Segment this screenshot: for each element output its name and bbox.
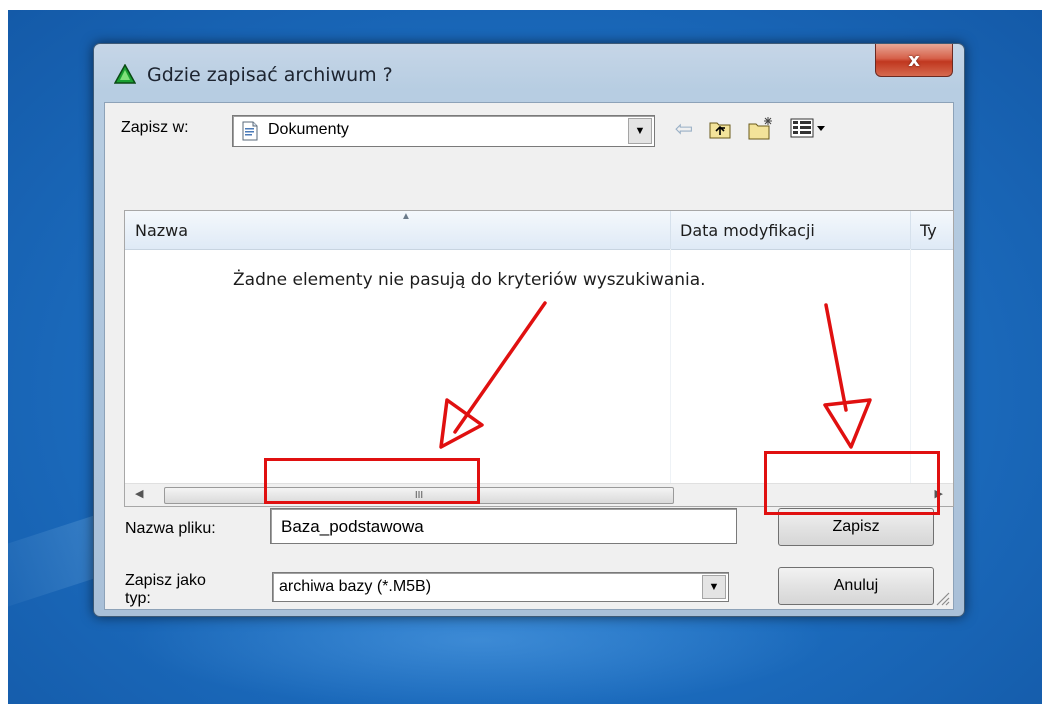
filetype-dropdown[interactable]: archiwa bazy (*.M5B) ▼ xyxy=(272,572,729,602)
save-in-dropdown[interactable]: Dokumenty ▼ xyxy=(232,115,655,147)
save-in-value: Dokumenty xyxy=(268,121,349,138)
filename-input[interactable]: Baza_podstawowa xyxy=(270,508,737,544)
filename-value: Baza_podstawowa xyxy=(281,517,424,536)
cancel-button[interactable]: Anuluj xyxy=(778,567,934,605)
dialog-title: Gdzie zapisać archiwum ? xyxy=(147,64,393,86)
chevron-down-icon[interactable]: ▼ xyxy=(628,118,652,144)
view-menu-icon[interactable] xyxy=(790,117,830,139)
title-bar[interactable]: Gdzie zapisać archiwum ? x xyxy=(94,44,964,104)
up-folder-icon[interactable] xyxy=(708,117,732,141)
save-dialog: Gdzie zapisać archiwum ? x Zapisz w: Dok… xyxy=(93,43,965,617)
new-folder-icon[interactable] xyxy=(748,115,776,141)
scroll-left-icon[interactable]: ◀ xyxy=(135,487,143,500)
empty-list-message: Żadne elementy nie pasują do kryteriów w… xyxy=(233,270,706,290)
column-type[interactable]: Ty xyxy=(920,221,950,240)
filename-label: Nazwa pliku: xyxy=(125,520,216,537)
save-in-label: Zapisz w: xyxy=(121,119,189,136)
documents-folder-icon xyxy=(241,121,259,146)
app-logo-icon xyxy=(113,63,137,84)
annotation-filename-highlight xyxy=(264,458,480,504)
column-date-modified[interactable]: Data modyfikacji xyxy=(680,221,815,240)
column-divider xyxy=(670,211,671,249)
back-arrow-icon[interactable]: ⇦ xyxy=(672,116,696,141)
filetype-label: Zapisz jako typ: xyxy=(125,572,206,607)
column-gridline xyxy=(910,249,911,484)
close-button[interactable]: x xyxy=(875,44,953,77)
chevron-down-icon[interactable]: ▼ xyxy=(702,575,726,599)
sort-ascending-icon: ▲ xyxy=(401,211,411,222)
resize-grip-icon[interactable] xyxy=(934,590,950,606)
filetype-value: archiwa bazy (*.M5B) xyxy=(279,578,432,595)
column-divider xyxy=(910,211,911,249)
dialog-body: Zapisz w: Dokumenty ▼ ⇦ ▲ Nazwa Data mod… xyxy=(104,102,954,610)
column-name[interactable]: Nazwa xyxy=(135,221,188,240)
list-header: ▲ Nazwa Data modyfikacji Ty xyxy=(125,211,953,250)
annotation-save-highlight xyxy=(764,451,940,515)
